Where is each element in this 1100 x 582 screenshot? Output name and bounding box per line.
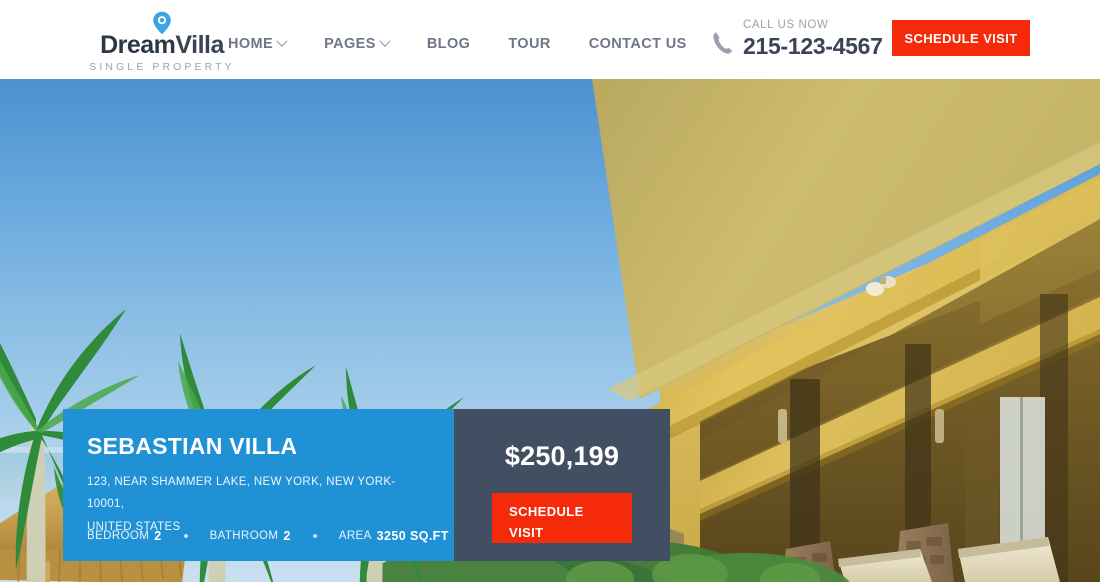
property-summary-card: SEBASTIAN VILLA 123, NEAR SHAMMER LAKE, …: [63, 409, 670, 561]
property-price: $250,199: [504, 441, 620, 471]
nav-item-blog-label: BLOG: [426, 36, 471, 52]
stat-separator-dot: [183, 534, 188, 538]
property-cta-line2: VISIT: [509, 524, 544, 540]
logo-word-second: Villa: [175, 31, 224, 59]
chevron-down-icon: [276, 35, 288, 47]
header-schedule-visit-button[interactable]: SCHEDULE VISIT: [892, 20, 1030, 56]
stat-area-label: AREA: [338, 530, 372, 542]
page-root: DreamVilla SINGLE PROPERTY HOME PAGES BL…: [0, 0, 1100, 582]
stat-bathroom-value: 2: [283, 529, 291, 543]
stat-bathroom-label: BATHROOM: [209, 530, 279, 542]
property-stats: BEDROOM 2 BATHROOM 2 AREA 3250 SQ.FT: [87, 529, 449, 543]
property-schedule-visit-button[interactable]: SCHEDULE VISIT: [492, 493, 632, 543]
nav-item-contact-us-label: CONTACT US: [588, 36, 687, 52]
property-details-panel: SEBASTIAN VILLA 123, NEAR SHAMMER LAKE, …: [63, 409, 454, 561]
nav-item-blog[interactable]: BLOG: [427, 36, 471, 52]
nav-item-home[interactable]: HOME: [228, 35, 288, 52]
stat-area-value: 3250 SQ.FT: [376, 529, 449, 543]
call-us-label: CALL US NOW: [743, 19, 829, 31]
stat-separator-dot: [312, 534, 317, 538]
site-header: DreamVilla SINGLE PROPERTY HOME PAGES BL…: [0, 0, 1100, 79]
property-address-line1: 123, NEAR SHAMMER LAKE, NEW YORK, NEW YO…: [87, 476, 396, 511]
logo-word-first: Dream: [100, 31, 176, 59]
nav-item-pages[interactable]: PAGES: [324, 35, 391, 52]
property-price-panel: $250,199 SCHEDULE VISIT: [454, 409, 670, 561]
phone-icon: [713, 31, 732, 54]
stat-bedroom-label: BEDROOM: [87, 530, 150, 542]
property-title: SEBASTIAN VILLA: [87, 433, 298, 459]
nav-item-home-label: HOME: [228, 36, 274, 52]
property-cta-line1: SCHEDULE: [509, 504, 584, 520]
nav-item-pages-label: PAGES: [324, 36, 376, 52]
call-us-block[interactable]: CALL US NOW 215-123-4567: [711, 19, 883, 59]
nav-item-contact-us[interactable]: CONTACT US: [589, 36, 687, 52]
main-navigation: HOME PAGES BLOG TOUR CONTACT US: [228, 35, 687, 52]
call-us-text: CALL US NOW 215-123-4567: [743, 19, 883, 59]
nav-item-tour[interactable]: TOUR: [508, 36, 550, 52]
call-us-number: 215-123-4567: [743, 32, 883, 59]
nav-item-tour-label: TOUR: [508, 36, 551, 52]
chevron-down-icon: [379, 35, 391, 47]
logo-tagline: SINGLE PROPERTY: [89, 61, 235, 73]
stat-bedroom-value: 2: [154, 529, 162, 543]
